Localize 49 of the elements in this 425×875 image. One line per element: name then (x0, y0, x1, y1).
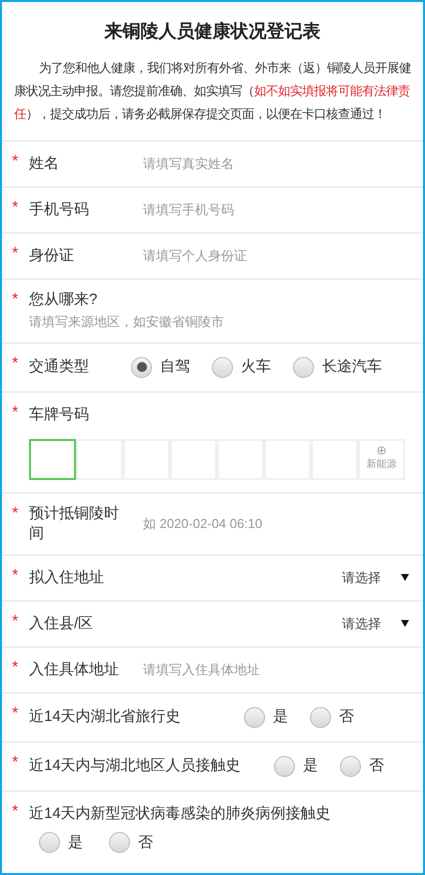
input-field[interactable]: 请填写来源地区，如安徽省铜陵市 (29, 312, 409, 332)
radio-option[interactable]: 是 (39, 832, 83, 854)
field-label: 拟入住地址 (29, 568, 104, 588)
radio-option[interactable]: 长途汽车 (293, 356, 382, 378)
radio-option[interactable]: 否 (109, 832, 153, 854)
radio-option[interactable]: 否 (310, 706, 354, 728)
intro-paragraph: 为了您和他人健康，我们将对所有外省、外市来（返）铜陵人员开展健康状况主动申报。请您提前准确、如实填写（如不如实填报将可能有法律责任），提交成功后，请务必截屏保存提交页面，以便在卡口核查通过！ (13, 60, 412, 123)
required-mark: * (12, 614, 18, 630)
field-label: 交通类型 (29, 357, 89, 377)
caret-icon (401, 574, 409, 581)
select-dropdown[interactable]: 请选择 (342, 614, 409, 634)
field-label: 车牌号码 (29, 404, 90, 424)
field-label: 预计抵铜陵时间 (29, 504, 119, 544)
field-label: 近14天内与湖北地区人员接触史 (29, 756, 241, 776)
field-label: 身份证 (29, 246, 75, 266)
input-field[interactable]: 请填写个人身份证 (143, 246, 409, 266)
field-label: 您从哪来? (29, 290, 98, 310)
required-mark: * (12, 154, 18, 170)
input-field[interactable]: 请填写真实姓名 (143, 154, 409, 174)
input-field[interactable]: 如 2020-02-04 06:10 (143, 514, 409, 534)
radio-option[interactable]: 是 (274, 754, 318, 778)
field-label: 手机号码 (29, 200, 90, 220)
required-mark: * (12, 506, 18, 522)
radio-option[interactable]: 火车 (212, 356, 271, 378)
field-label: 入住县/区 (29, 614, 94, 634)
required-mark: * (12, 660, 18, 676)
field-label: 姓名 (29, 154, 60, 174)
select-dropdown[interactable]: 请选择 (342, 568, 409, 588)
plus-circle-icon (377, 446, 386, 455)
required-mark: * (12, 568, 18, 584)
form-title: 来铜陵人员健康状况登记表 (103, 20, 322, 43)
field-label: 入住具体地址 (29, 660, 120, 680)
required-mark: * (12, 404, 18, 420)
field-label: 近14天内湖北省旅行史 (29, 707, 181, 727)
required-mark: * (12, 754, 18, 770)
plate-cell[interactable] (29, 438, 76, 480)
input-field[interactable]: 请填写手机号码 (143, 200, 409, 220)
required-mark: * (12, 200, 18, 216)
required-mark: * (12, 706, 18, 722)
radio-option[interactable]: 自驾 (131, 356, 190, 378)
caret-icon (401, 620, 409, 627)
required-mark: * (12, 292, 18, 308)
required-mark: * (12, 804, 18, 820)
radio-option[interactable]: 否 (340, 754, 384, 778)
field-label: 近14天内新型冠状病毒感染的肺炎病例接触史 (29, 804, 332, 824)
required-mark: * (12, 356, 18, 372)
required-mark: * (12, 246, 18, 262)
radio-option[interactable]: 是 (244, 706, 288, 728)
input-field[interactable]: 请填写入住具体地址 (143, 660, 409, 680)
